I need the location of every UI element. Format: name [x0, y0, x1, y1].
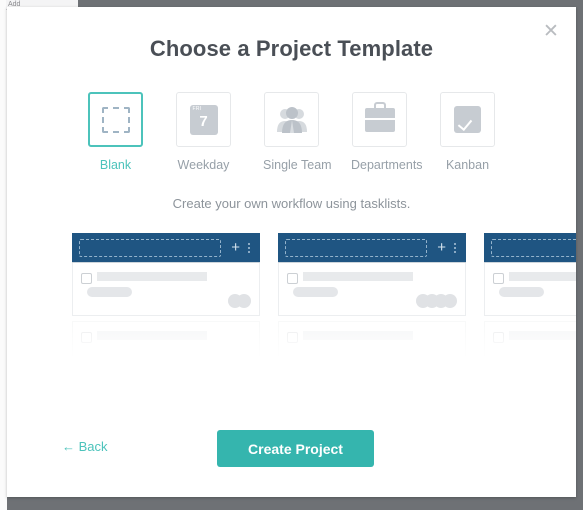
- preview-task-row: [484, 321, 576, 358]
- close-icon[interactable]: ✕: [540, 21, 562, 43]
- template-description: Create your own workflow using tasklists…: [172, 196, 411, 211]
- template-option-weekday[interactable]: FRI 7 Weekday: [175, 92, 232, 172]
- template-tile-departments: [352, 92, 407, 147]
- tasklist-name-input[interactable]: [79, 238, 222, 257]
- create-project-button[interactable]: Create Project: [217, 430, 374, 467]
- task-checkbox[interactable]: [81, 332, 92, 343]
- task-title-placeholder: [509, 331, 576, 340]
- task-title-placeholder: [303, 272, 413, 281]
- task-avatars: [228, 294, 251, 308]
- briefcase-icon: [364, 101, 395, 132]
- template-label-kanban: Kanban: [445, 158, 490, 172]
- preview-task-row: [72, 263, 260, 316]
- task-title-placeholder: [97, 331, 207, 340]
- template-tile-blank: [88, 92, 143, 147]
- preview-task-row: [278, 263, 466, 316]
- template-option-kanban[interactable]: Kanban: [439, 92, 496, 172]
- plus-icon[interactable]: +: [437, 240, 446, 255]
- task-tag-placeholder: [87, 287, 132, 297]
- task-title-placeholder: [509, 272, 576, 281]
- task-avatars: [416, 294, 457, 308]
- preview-column-header: +: [72, 233, 260, 263]
- preview-column: +: [484, 233, 576, 358]
- back-link[interactable]: ← Back: [62, 439, 108, 454]
- task-tag-placeholder: [293, 287, 338, 297]
- dashed-square-icon: [101, 106, 130, 133]
- task-checkbox[interactable]: [493, 273, 504, 284]
- task-checkbox[interactable]: [81, 273, 92, 284]
- template-label-single-team: Single Team: [263, 158, 332, 172]
- page-background: [0, 0, 7, 510]
- tasklist-name-input[interactable]: [285, 238, 428, 257]
- plus-icon[interactable]: +: [231, 240, 240, 255]
- preview-column: +: [278, 233, 466, 358]
- template-tile-weekday: FRI 7: [176, 92, 231, 147]
- project-template-modal: ✕ Choose a Project Template Blank FRI 7 …: [7, 7, 576, 497]
- preview-task-row: [72, 321, 260, 358]
- preview-column-header: +: [278, 233, 466, 263]
- avatar: [443, 294, 457, 308]
- more-vertical-icon[interactable]: [248, 242, 250, 253]
- preview-task-row: [484, 263, 576, 316]
- template-options: Blank FRI 7 Weekday Single Team Departme…: [7, 92, 576, 172]
- task-checkbox[interactable]: [287, 332, 298, 343]
- preview-column-header: +: [484, 233, 576, 263]
- template-option-blank[interactable]: Blank: [87, 92, 144, 172]
- more-vertical-icon[interactable]: [454, 242, 456, 253]
- template-option-departments[interactable]: Departments: [351, 92, 423, 172]
- template-label-blank: Blank: [99, 158, 132, 172]
- task-title-placeholder: [303, 331, 413, 340]
- template-option-single-team[interactable]: Single Team: [263, 92, 332, 172]
- checkbox-pen-icon: [454, 106, 481, 133]
- people-group-icon: [276, 106, 307, 133]
- task-tag-placeholder: [499, 287, 544, 297]
- page-title: Choose a Project Template: [149, 36, 434, 61]
- template-label-weekday: Weekday: [177, 158, 230, 172]
- template-preview: + +: [7, 233, 576, 358]
- modal-footer: ← Back Create Project: [7, 425, 576, 481]
- template-tile-single-team: [264, 92, 319, 147]
- template-tile-kanban: [440, 92, 495, 147]
- calendar-day-label: 7: [199, 112, 208, 130]
- tasklist-name-input[interactable]: [491, 238, 576, 257]
- template-label-departments: Departments: [351, 158, 423, 172]
- preview-board: + +: [7, 233, 576, 358]
- task-title-placeholder: [97, 272, 207, 281]
- avatar: [237, 294, 251, 308]
- preview-column: +: [72, 233, 260, 358]
- task-checkbox[interactable]: [287, 273, 298, 284]
- preview-task-row: [278, 321, 466, 358]
- task-checkbox[interactable]: [493, 332, 504, 343]
- calendar-icon: FRI 7: [189, 104, 218, 135]
